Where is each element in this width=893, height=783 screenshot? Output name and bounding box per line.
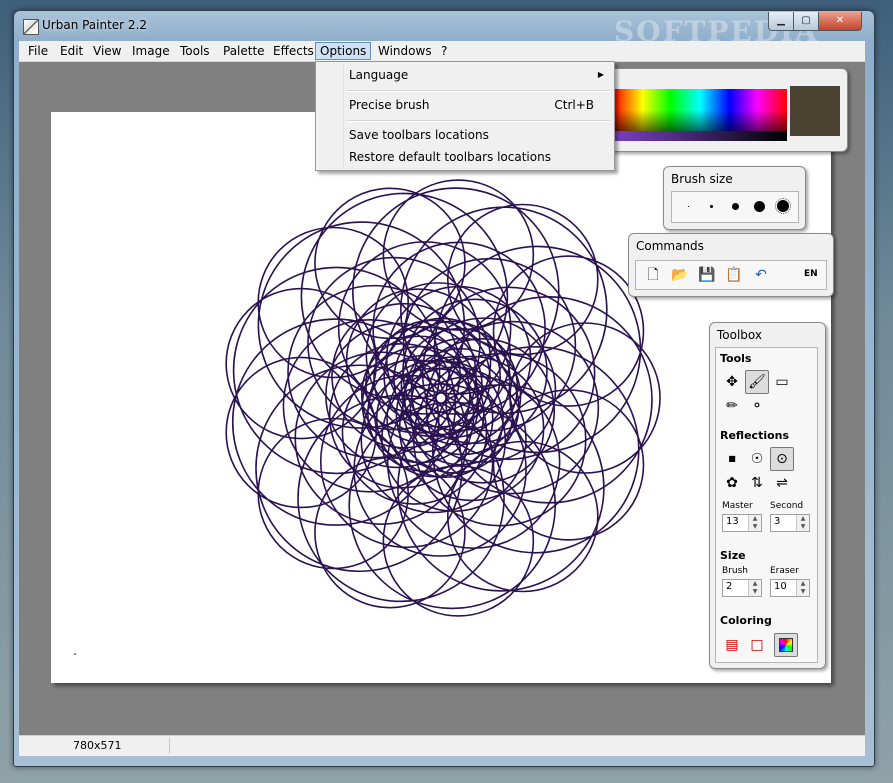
commands-title: Commands [636, 239, 704, 253]
second-value: 3 [774, 516, 781, 527]
second-spin-arrows[interactable]: ▲ ▼ [796, 515, 809, 531]
status-bar: 780x571 [19, 735, 865, 756]
status-divider [169, 738, 170, 754]
brush-spin-arrows[interactable]: ▲ ▼ [748, 580, 761, 596]
commands-group: 🗋 📂 💾 📋 ↶ EN [635, 260, 827, 290]
minimize-button[interactable]: ▁ [768, 12, 794, 31]
app-icon[interactable] [23, 19, 39, 35]
title-bar: Urban Painter 2.2 SOFTPEDIA ▁ ▢ ✕ [14, 11, 874, 48]
menu-tools[interactable]: Tools [179, 43, 211, 59]
toolbox-title: Toolbox [717, 328, 762, 342]
second-stepper[interactable]: 3 ▲ ▼ [770, 514, 810, 532]
stroke-loop [257, 226, 410, 379]
options-dropdown: Language ▶ Precise brush Ctrl+B Save too… [315, 61, 615, 171]
language-label: Language [349, 68, 409, 82]
current-color-swatch[interactable] [790, 86, 840, 136]
brush-size-5[interactable] [775, 198, 791, 214]
precise-brush-shortcut: Ctrl+B [554, 98, 594, 112]
restore-toolbars-menu-item[interactable]: Restore default toolbars locations [316, 147, 614, 167]
menu-separator [346, 120, 610, 122]
window-title: Urban Painter 2.2 [42, 18, 148, 32]
save-toolbars-menu-item[interactable]: Save toolbars locations [316, 125, 614, 145]
horizontal-mirror-icon[interactable]: ⇌ [770, 471, 794, 495]
save-icon[interactable]: 💾 [695, 263, 719, 287]
submenu-arrow-icon: ▶ [597, 70, 604, 79]
eraser-size-stepper[interactable]: 10 ▲ ▼ [770, 579, 810, 597]
vertical-mirror-icon[interactable]: ⇅ [745, 471, 769, 495]
double-rotation-reflection-icon[interactable]: ⊙ [770, 447, 794, 471]
second-label: Second [770, 501, 804, 511]
maximize-button[interactable]: ▢ [793, 12, 819, 31]
menu-view[interactable]: View [92, 43, 122, 59]
brush-size-4[interactable] [754, 201, 765, 212]
brush-size-1[interactable] [688, 206, 689, 207]
menu-edit[interactable]: Edit [59, 43, 84, 59]
precise-brush-label: Precise brush [349, 98, 430, 112]
master-label: Master [722, 501, 753, 511]
brush-label: Brush [722, 566, 748, 576]
stroke-loop [225, 356, 377, 509]
copy-icon[interactable]: 📋 [722, 263, 746, 287]
stray-dot [74, 653, 76, 655]
canvas-size-status: 780x571 [73, 739, 122, 752]
menu-bar: File Edit View Image Tools Palette Effec… [19, 41, 865, 62]
master-spin-arrows[interactable]: ▲ ▼ [748, 515, 761, 531]
brush-tool-icon[interactable]: 🖌 [745, 370, 769, 394]
kaleidoscope-reflection-icon[interactable]: ✿ [720, 471, 744, 495]
reflections-label: Reflections [720, 429, 790, 442]
toolbox-group: Tools ✥ 🖌 ▭ ✏ ⚬ Reflections ■ ☉ ⊙ ✿ ⇅ ⇌ … [715, 347, 818, 663]
menu-help[interactable]: ? [440, 43, 448, 59]
undo-icon[interactable]: ↶ [749, 263, 773, 287]
eraser-label: Eraser [770, 566, 799, 576]
language-indicator[interactable]: EN [804, 269, 818, 279]
precise-brush-menu-item[interactable]: Precise brush Ctrl+B [316, 95, 614, 115]
new-file-icon[interactable]: 🗋 [641, 263, 665, 287]
master-value: 13 [726, 516, 739, 527]
size-label: Size [720, 549, 746, 562]
coloring-label: Coloring [720, 614, 772, 627]
toolbox-panel: Toolbox Tools ✥ 🖌 ▭ ✏ ⚬ Reflections ■ ☉ … [709, 322, 826, 669]
color-mode-rainbow-icon[interactable] [774, 633, 798, 657]
brush-size-value: 2 [726, 581, 733, 592]
close-button[interactable]: ✕ [818, 12, 862, 31]
save-toolbars-label: Save toolbars locations [349, 128, 489, 142]
stroke-loop [382, 179, 535, 331]
restore-toolbars-label: Restore default toolbars locations [349, 150, 551, 164]
fill-bucket-icon[interactable]: ⚬ [745, 394, 769, 418]
eraser-spin-arrows[interactable]: ▲ ▼ [796, 580, 809, 596]
brush-size-3[interactable] [732, 203, 739, 210]
brush-size-stepper[interactable]: 2 ▲ ▼ [722, 579, 762, 597]
brush-size-2[interactable] [710, 205, 713, 208]
menu-file[interactable]: File [27, 43, 49, 59]
stroke-loop [492, 255, 645, 407]
menu-palette[interactable]: Palette [222, 43, 266, 59]
menu-options[interactable]: Options [315, 42, 372, 60]
menu-separator [346, 90, 610, 92]
menu-image[interactable]: Image [131, 43, 171, 59]
palette-panel [604, 68, 848, 152]
color-mode-outline-icon[interactable]: ▤ [720, 633, 744, 657]
palette-strip[interactable] [613, 131, 787, 141]
rainbow-swatch [779, 638, 793, 652]
color-picker-icon[interactable]: ✏ [720, 394, 744, 418]
eraser-tool-icon[interactable]: ▭ [770, 370, 794, 394]
language-menu-item[interactable]: Language ▶ [316, 65, 614, 85]
rotation-reflection-icon[interactable]: ☉ [745, 447, 769, 471]
eraser-size-value: 10 [774, 581, 787, 592]
brush-size-title: Brush size [671, 172, 733, 186]
commands-panel: Commands 🗋 📂 💾 📋 ↶ EN [628, 233, 834, 297]
color-mode-single-icon[interactable]: □ [745, 633, 769, 657]
no-reflection-icon[interactable]: ■ [720, 447, 744, 471]
brush-size-panel: Brush size [663, 166, 806, 230]
menu-windows[interactable]: Windows [377, 43, 433, 59]
master-stepper[interactable]: 13 ▲ ▼ [722, 514, 762, 532]
tools-label: Tools [720, 352, 752, 365]
brush-size-options [671, 191, 799, 223]
open-folder-icon[interactable]: 📂 [668, 263, 692, 287]
menu-effects[interactable]: Effects [272, 43, 315, 59]
move-tool-icon[interactable]: ✥ [720, 370, 744, 394]
